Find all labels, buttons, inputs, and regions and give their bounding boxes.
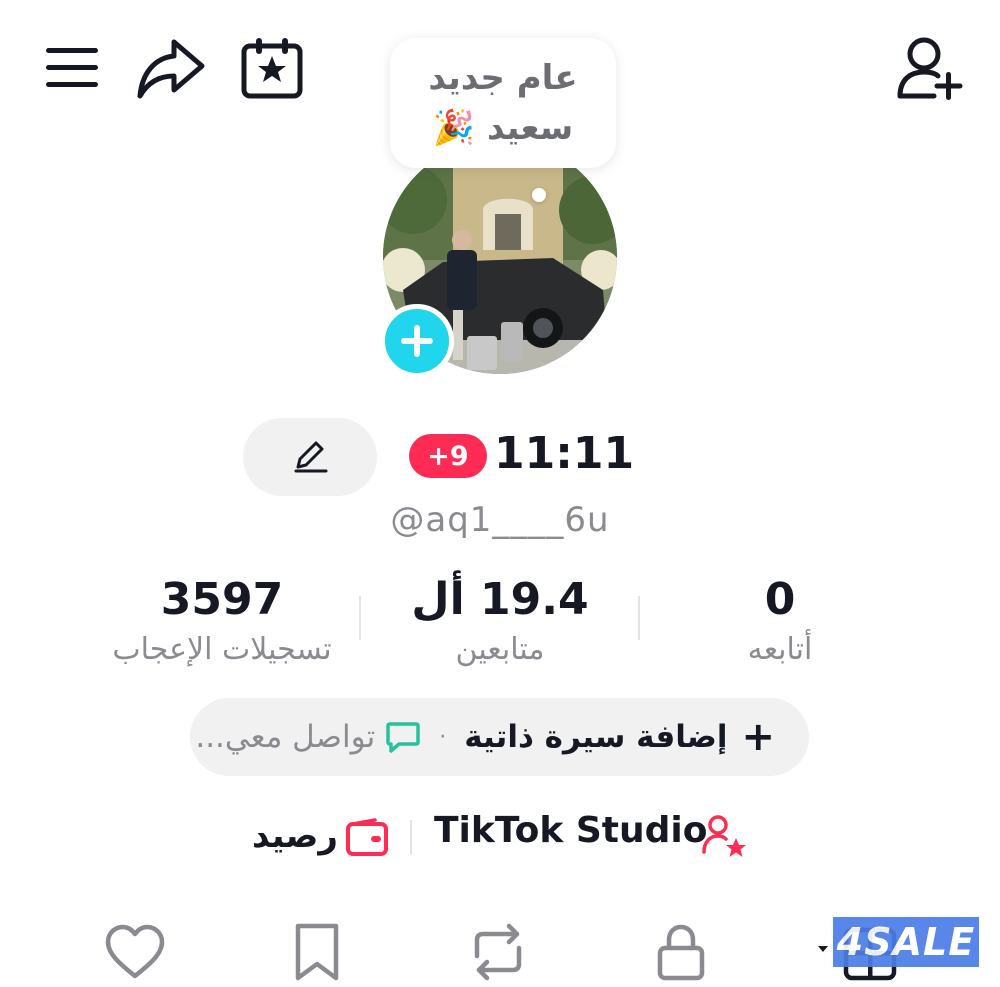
followers-stat[interactable]: 19.4 أل متابعين [350,572,650,672]
tab-private[interactable] [646,920,716,984]
heart-outline-icon [105,924,165,979]
username: @aq1____6u [390,500,610,540]
avatar-add-button[interactable] [380,304,454,378]
followers-count: 19.4 أل [411,574,589,625]
note-bubble[interactable]: عام جديد سعيد 🎉 [390,38,616,168]
wallet-icon[interactable] [345,818,389,858]
hamburger-icon [46,48,98,87]
watermark-logo: 4SALE [833,917,979,967]
balance-button[interactable]: رصيد [252,816,338,856]
following-label: أتابعه [747,632,813,667]
menu-button[interactable] [40,38,104,98]
calendar-star-icon [241,38,303,99]
display-name: 11:11 [494,428,635,479]
note-bubble-tail [532,188,546,202]
lock-icon [657,924,705,981]
note-line-1: عام جديد [428,58,578,98]
tab-liked[interactable] [100,920,170,984]
note-line-2: سعيد 🎉 [432,108,574,148]
contact-me-label: تواصل معي... [195,719,376,755]
share-profile-button[interactable] [134,36,208,102]
tiktok-studio-button[interactable]: TikTok Studio [434,810,707,851]
tab-favorites[interactable] [282,920,352,984]
tools-divider [410,820,412,854]
repost-icon [474,923,522,981]
plus-icon [401,325,433,357]
events-button[interactable] [238,34,306,100]
plus-icon: + [741,714,775,760]
likes-label: تسجيلات الإعجاب [112,632,332,667]
bookmark-icon [295,923,339,981]
bio-separator: · [439,724,447,750]
add-user-icon [897,37,963,100]
share-arrow-icon [137,39,205,99]
chat-bubble-icon [385,720,421,754]
likes-count: 3597 [160,574,284,625]
likes-stat[interactable]: 3597 تسجيلات الإعجاب [72,572,372,672]
followers-label: متابعين [455,632,545,667]
add-friend-button[interactable] [890,32,970,102]
notification-badge[interactable]: +9 [409,434,487,478]
pencil-icon [294,441,328,473]
edit-profile-button[interactable] [243,418,377,496]
tab-reposts[interactable] [463,920,533,984]
following-count: 0 [764,574,796,625]
following-stat[interactable]: 0 أتابعه [630,572,930,672]
add-bio-label: إضافة سيرة ذاتية [464,719,728,755]
add-bio-button[interactable]: + إضافة سيرة ذاتية · تواصل معي... [190,698,809,776]
